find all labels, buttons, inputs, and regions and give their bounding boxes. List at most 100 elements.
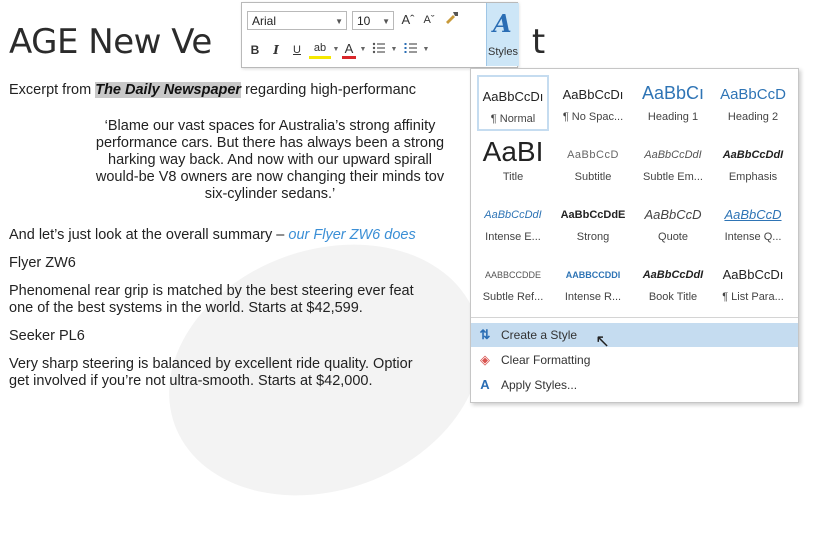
- style-sample: AaBbCcDı: [562, 87, 624, 102]
- heading-flyer[interactable]: Flyer ZW6: [9, 255, 76, 272]
- style-name: Heading 2: [727, 111, 779, 123]
- style-name: Emphasis: [728, 171, 778, 183]
- eraser-icon: ◈: [480, 352, 490, 367]
- style-name: Subtle Em...: [643, 171, 703, 183]
- chevron-down-icon[interactable]: ▼: [335, 12, 343, 31]
- heading-seeker[interactable]: Seeker PL6: [9, 328, 85, 345]
- style-sample: AaBbCcDdI: [642, 269, 704, 281]
- style-tile-subtle-emphasis[interactable]: AaBbCcDdI Subtle Em...: [637, 135, 709, 191]
- font-name-combo[interactable]: Arial ▼: [247, 11, 347, 30]
- bullets-icon[interactable]: [370, 41, 388, 61]
- style-sample: AaBbCcDı: [482, 89, 544, 104]
- bold-button[interactable]: B: [247, 41, 263, 61]
- title-left: AGE New Ve: [9, 22, 212, 62]
- styles-button[interactable]: A Styles: [486, 3, 519, 66]
- selected-text-highlight[interactable]: The Daily Newspaper: [95, 82, 242, 98]
- style-name: Book Title: [648, 291, 698, 303]
- style-sample: AaBbCcD: [567, 149, 619, 161]
- style-sample: AABBCCDDE: [484, 270, 541, 280]
- underline-button[interactable]: U: [289, 41, 305, 61]
- styles-gallery: AaBbCcDı ¶ Normal AaBbCcDı ¶ No Spac... …: [470, 68, 799, 403]
- style-sample: AaBbCcDdI: [644, 149, 702, 161]
- chevron-down-icon[interactable]: ▼: [382, 12, 390, 31]
- chevron-down-icon[interactable]: ▼: [390, 41, 398, 61]
- style-tile-heading-2[interactable]: AaBbCcD Heading 2: [717, 75, 789, 131]
- style-tile-no-spacing[interactable]: AaBbCcDı ¶ No Spac...: [557, 75, 629, 131]
- style-name: Subtitle: [574, 171, 612, 183]
- style-tile-book-title[interactable]: AaBbCcDdI Book Title: [637, 255, 709, 311]
- apply-styles-command[interactable]: A Apply Styles...: [471, 373, 798, 397]
- intro-prefix: Excerpt from: [9, 82, 96, 98]
- font-color-button[interactable]: A: [342, 41, 356, 59]
- create-style-command[interactable]: ⇅ Create a Style ↖: [471, 323, 798, 351]
- seeker-paragraph-line2[interactable]: get involved if you’re not ultra-smooth.…: [9, 373, 373, 390]
- chevron-down-icon[interactable]: ▼: [332, 41, 340, 61]
- style-tile-quote[interactable]: AaBbCcD Quote: [637, 195, 709, 251]
- format-painter-icon[interactable]: [442, 9, 462, 29]
- style-name: Intense E...: [485, 231, 541, 243]
- summary-paragraph[interactable]: And let’s just look at the overall summa…: [9, 227, 416, 244]
- style-name: Intense R...: [564, 291, 622, 303]
- italic-button[interactable]: I: [268, 41, 284, 61]
- style-tile-title[interactable]: AaBI Title: [477, 135, 549, 191]
- highlight-color-button[interactable]: ab: [309, 41, 331, 59]
- summary-prefix: And let’s just look at the overall summa…: [9, 227, 289, 243]
- chevron-down-icon[interactable]: ▼: [422, 41, 430, 61]
- quote-line: harking way back. And now with our upwar…: [108, 152, 432, 168]
- style-tile-heading-1[interactable]: AaBbCı Heading 1: [637, 75, 709, 131]
- style-sample: AaBbCı: [641, 83, 705, 103]
- intro-suffix: regarding high-performanc: [241, 82, 416, 98]
- style-name: Quote: [658, 231, 688, 243]
- style-tile-intense-emphasis[interactable]: AaBbCcDdI Intense E...: [477, 195, 549, 251]
- style-sample: AaBbCcD: [720, 86, 786, 103]
- shrink-font-button[interactable]: Aˇ: [420, 11, 438, 31]
- style-name: ¶ List Para...: [722, 291, 784, 303]
- apply-styles-icon: A: [480, 377, 490, 392]
- style-sample: AaBI: [482, 137, 544, 167]
- font-size-combo[interactable]: 10 ▼: [352, 11, 394, 30]
- style-sample: AaBbCcD: [644, 207, 702, 222]
- style-sample: AaBbCcDdI: [484, 209, 542, 221]
- font-name-value: Arial: [252, 14, 277, 28]
- numbering-icon[interactable]: [402, 41, 420, 61]
- style-name: Subtle Ref...: [482, 291, 544, 303]
- style-tile-subtitle[interactable]: AaBbCcD Subtitle: [557, 135, 629, 191]
- summary-link[interactable]: our Flyer ZW6 does: [288, 227, 415, 243]
- mini-toolbar: Arial ▼ 10 ▼ Aˆ Aˇ B I U ab ▼ A ▼ ▼ ▼ A …: [241, 2, 519, 68]
- style-sample: AABBCCDDI: [565, 270, 621, 280]
- quote-block[interactable]: ‘Blame our vast spaces for Australia’s s…: [60, 118, 480, 203]
- quote-line: ‘Blame our vast spaces for Australia’s s…: [104, 118, 436, 134]
- flyer-paragraph-line2[interactable]: one of the best systems in the world. St…: [9, 300, 363, 317]
- title-right: t: [531, 22, 545, 62]
- style-tile-normal[interactable]: AaBbCcDı ¶ Normal: [477, 75, 549, 131]
- seeker-paragraph-line1[interactable]: Very sharp steering is balanced by excel…: [9, 356, 413, 373]
- quote-line: six-cylinder sedans.’: [204, 186, 336, 202]
- chevron-down-icon[interactable]: ▼: [359, 41, 367, 61]
- style-name: Title: [502, 171, 524, 183]
- style-name: ¶ No Spac...: [562, 111, 624, 123]
- flyer-paragraph-line1[interactable]: Phenomenal rear grip is matched by the b…: [9, 283, 414, 300]
- styles-button-label: Styles: [488, 46, 518, 58]
- clear-formatting-command[interactable]: ◈ Clear Formatting: [471, 348, 798, 372]
- style-tile-emphasis[interactable]: AaBbCcDdI Emphasis: [717, 135, 789, 191]
- quote-line: performance cars. But there has always b…: [95, 135, 445, 151]
- styles-icon: A: [493, 9, 512, 38]
- style-tile-strong[interactable]: AaBbCcDdE Strong: [557, 195, 629, 251]
- clear-formatting-label: Clear Formatting: [501, 353, 591, 367]
- apply-styles-label: Apply Styles...: [501, 378, 578, 392]
- style-name: Heading 1: [647, 111, 699, 123]
- create-style-icon: ⇅: [479, 327, 491, 342]
- intro-paragraph[interactable]: Excerpt from The Daily Newspaper regardi…: [9, 82, 416, 99]
- style-name: ¶ Normal: [490, 113, 536, 125]
- style-tile-subtle-reference[interactable]: AABBCCDDE Subtle Ref...: [477, 255, 549, 311]
- style-tile-intense-quote[interactable]: AaBbCcD Intense Q...: [717, 195, 789, 251]
- style-tile-list-paragraph[interactable]: AaBbCcDı ¶ List Para...: [717, 255, 789, 311]
- style-sample: AaBbCcD: [724, 207, 782, 222]
- style-name: Intense Q...: [724, 231, 782, 243]
- style-tile-intense-reference[interactable]: AABBCCDDI Intense R...: [557, 255, 629, 311]
- create-style-label: Create a Style: [501, 328, 578, 342]
- style-name: Strong: [576, 231, 610, 243]
- style-sample: AaBbCcDı: [722, 267, 784, 282]
- quote-line: would-be V8 owners are now changing thei…: [95, 169, 445, 185]
- grow-font-button[interactable]: Aˆ: [399, 11, 417, 31]
